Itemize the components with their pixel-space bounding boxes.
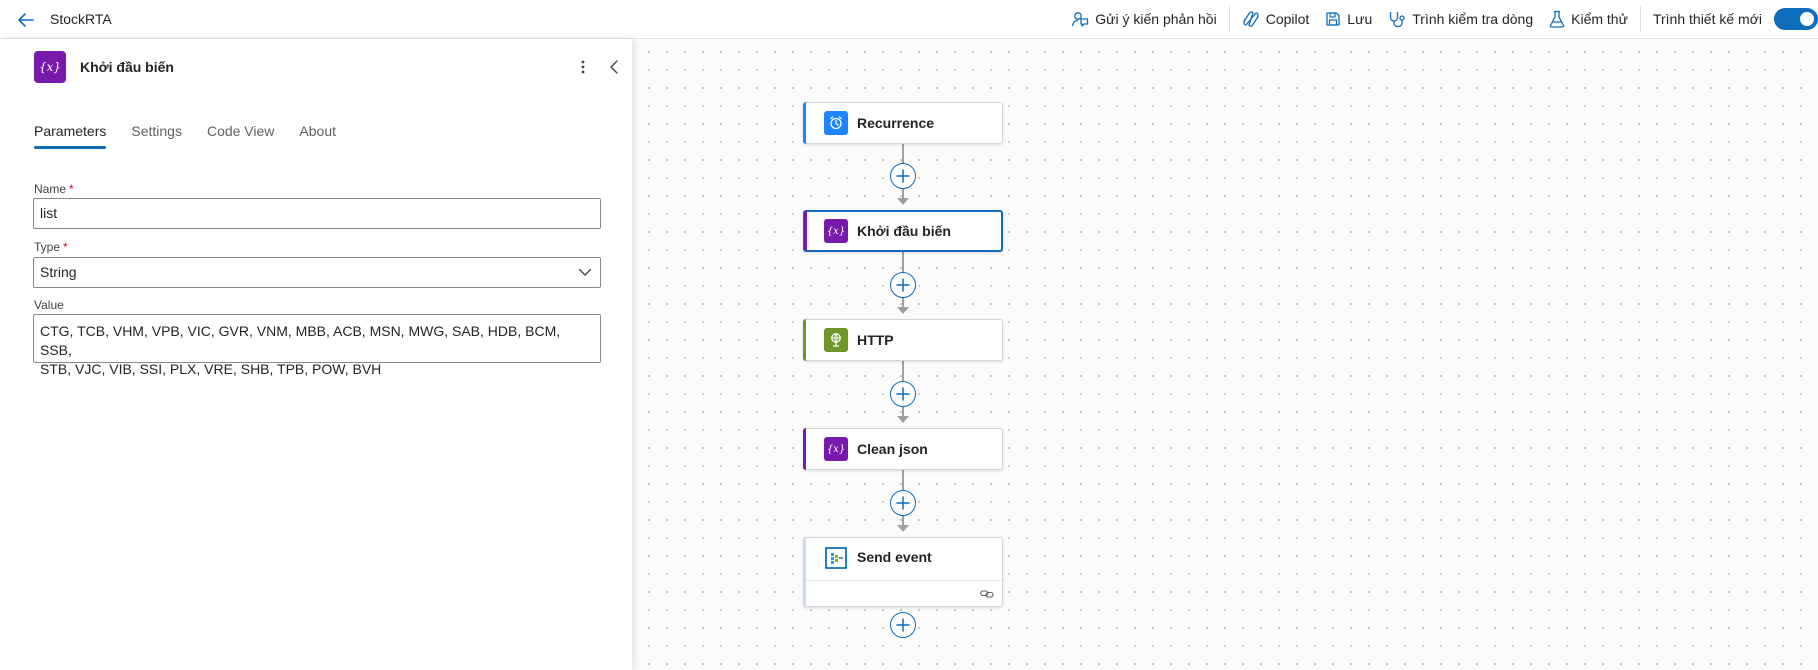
type-dropdown-value: String bbox=[40, 264, 77, 280]
step-label: Clean json bbox=[857, 441, 928, 457]
flow-step-clean-json[interactable]: {x} Clean json bbox=[803, 428, 1003, 470]
step-label: Khởi đầu biến bbox=[857, 223, 951, 239]
step-accent-stripe bbox=[803, 319, 806, 361]
flow-checker-label: Trình kiểm tra dòng bbox=[1412, 11, 1534, 27]
required-mark: * bbox=[63, 240, 68, 254]
app-title: StockRTA bbox=[50, 11, 112, 27]
toolbar: Gửi ý kiến phản hồi Copilot Lưu Trình ki… bbox=[1063, 0, 1818, 38]
copilot-button[interactable]: Copilot bbox=[1234, 0, 1318, 38]
value-line-2: STB, VJC, VIB, SSI, PLX, VRE, SHB, TPB, … bbox=[40, 361, 382, 377]
connector-arrow bbox=[897, 416, 909, 423]
collapse-panel-button[interactable] bbox=[605, 57, 623, 77]
chevron-down-icon bbox=[578, 268, 592, 276]
more-vertical-icon bbox=[581, 60, 585, 74]
flow-checker-button[interactable]: Trình kiểm tra dòng bbox=[1380, 0, 1541, 38]
flow-step-http[interactable]: HTTP bbox=[803, 319, 1003, 361]
value-field-label: Value bbox=[34, 298, 64, 312]
save-label: Lưu bbox=[1347, 11, 1373, 27]
step-label: HTTP bbox=[857, 332, 894, 348]
link-icon[interactable] bbox=[980, 588, 994, 600]
beaker-icon bbox=[1549, 10, 1565, 28]
save-icon bbox=[1326, 12, 1340, 26]
step-accent-stripe bbox=[803, 102, 806, 144]
more-options-button[interactable] bbox=[574, 57, 592, 77]
plus-icon bbox=[896, 496, 910, 510]
step-label: Send event bbox=[857, 549, 932, 565]
test-label: Kiểm thử bbox=[1571, 11, 1628, 27]
step-accent-stripe bbox=[803, 428, 806, 470]
new-designer-toggle-label: Trình thiết kế mới bbox=[1645, 0, 1818, 38]
name-field-label: Name * bbox=[34, 182, 74, 196]
variable-icon: {x} bbox=[824, 437, 848, 461]
connector-arrow bbox=[897, 198, 909, 205]
copilot-icon bbox=[1243, 11, 1259, 27]
panel-tabs: Parameters Settings Code View About bbox=[34, 123, 336, 149]
plus-icon bbox=[896, 169, 910, 183]
name-label-text: Name bbox=[34, 182, 67, 196]
value-field[interactable]: CTG, TCB, VHM, VPB, VIC, GVR, VNM, MBB, … bbox=[33, 314, 601, 377]
tab-settings[interactable]: Settings bbox=[131, 123, 182, 149]
type-label-text: Type bbox=[34, 240, 61, 254]
add-step-button[interactable] bbox=[890, 381, 916, 407]
test-button[interactable]: Kiểm thử bbox=[1541, 0, 1636, 38]
add-step-button[interactable] bbox=[890, 490, 916, 516]
tab-code-view[interactable]: Code View bbox=[207, 123, 274, 149]
required-mark: * bbox=[69, 182, 74, 196]
arrow-left-icon bbox=[18, 13, 34, 27]
add-step-button[interactable] bbox=[890, 163, 916, 189]
new-designer-label: Trình thiết kế mới bbox=[1652, 11, 1762, 27]
save-button[interactable]: Lưu bbox=[1317, 0, 1380, 38]
connector-arrow bbox=[897, 307, 909, 314]
feedback-label: Gửi ý kiến phản hồi bbox=[1095, 11, 1217, 27]
event-hub-icon bbox=[824, 546, 848, 570]
panel-header: {x} Khởi đầu biến bbox=[34, 51, 174, 83]
flow-step-initialize-variable[interactable]: {x} Khởi đầu biến bbox=[803, 210, 1003, 252]
variable-icon: {x} bbox=[824, 219, 848, 243]
connector-arrow bbox=[897, 525, 909, 532]
top-bar: StockRTA Gửi ý kiến phản hồi Copilot Lưu… bbox=[0, 0, 1818, 39]
plus-icon bbox=[896, 387, 910, 401]
stethoscope-icon bbox=[1390, 12, 1405, 28]
plus-icon bbox=[896, 618, 910, 632]
name-field[interactable]: list bbox=[33, 198, 601, 229]
feedback-icon bbox=[1072, 12, 1089, 27]
add-step-button[interactable] bbox=[890, 272, 916, 298]
plus-icon bbox=[896, 278, 910, 292]
back-button[interactable] bbox=[14, 9, 38, 31]
value-line-1: CTG, TCB, VHM, VPB, VIC, GVR, VNM, MBB, … bbox=[40, 323, 561, 358]
step-accent-stripe bbox=[804, 211, 807, 251]
panel-title[interactable]: Khởi đầu biến bbox=[80, 59, 174, 75]
flow-step-recurrence[interactable]: Recurrence bbox=[803, 102, 1003, 144]
variable-icon: {x} bbox=[34, 51, 66, 83]
http-globe-icon bbox=[824, 328, 848, 352]
feedback-button[interactable]: Gửi ý kiến phản hồi bbox=[1063, 0, 1224, 38]
tab-about[interactable]: About bbox=[299, 123, 336, 149]
copilot-label: Copilot bbox=[1265, 11, 1310, 27]
add-step-button[interactable] bbox=[890, 612, 916, 638]
action-details-panel: {x} Khởi đầu biến Parameters Settings Co… bbox=[0, 39, 632, 670]
step-card-footer bbox=[806, 580, 1002, 606]
flow-step-send-event[interactable]: Send event bbox=[803, 537, 1003, 607]
new-designer-toggle[interactable] bbox=[1774, 8, 1818, 30]
type-field-label: Type * bbox=[34, 240, 68, 254]
tab-parameters[interactable]: Parameters bbox=[34, 123, 107, 149]
step-label: Recurrence bbox=[857, 115, 935, 131]
type-dropdown[interactable]: String bbox=[33, 257, 601, 288]
clock-icon bbox=[824, 111, 848, 135]
toolbar-divider bbox=[1228, 6, 1230, 32]
chevron-left-icon bbox=[610, 60, 618, 74]
toolbar-divider bbox=[1639, 6, 1641, 32]
